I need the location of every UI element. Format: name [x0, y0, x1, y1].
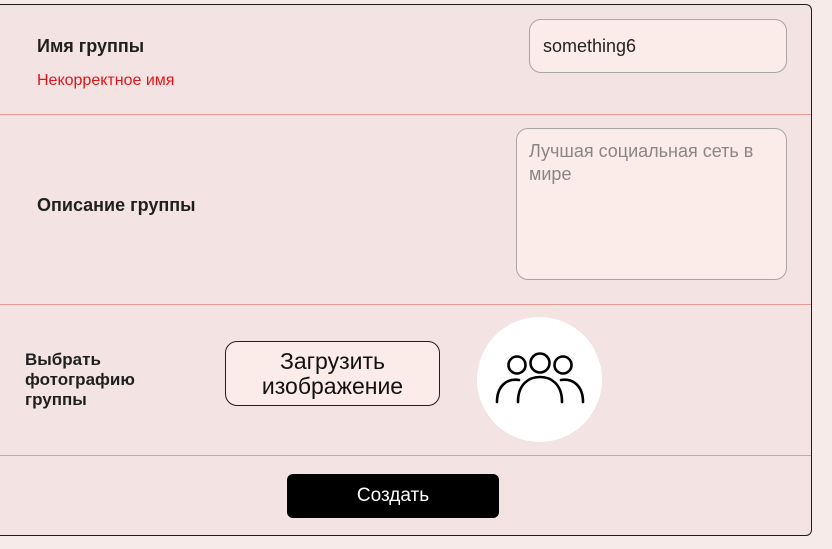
create-group-form: Имя группы Некорректное имя Описание гру…	[0, 4, 812, 536]
group-photo-label: Выбрать фотографию группы	[25, 350, 135, 409]
create-group-button[interactable]: Создать	[287, 474, 499, 518]
group-description-row: Описание группы	[0, 115, 811, 305]
group-description-label: Описание группы	[37, 195, 196, 215]
group-photo-row: Выбрать фотографию группы Загрузить изоб…	[0, 305, 811, 456]
group-name-row: Имя группы Некорректное имя	[0, 5, 811, 115]
group-name-label: Имя группы	[37, 36, 145, 56]
upload-image-button[interactable]: Загрузить изображение	[225, 341, 440, 406]
group-people-icon	[495, 351, 584, 403]
group-description-input[interactable]	[516, 128, 787, 280]
group-avatar	[477, 317, 602, 442]
submit-row: Создать	[0, 456, 811, 536]
group-name-input[interactable]	[529, 19, 787, 73]
group-name-error: Некорректное имя	[37, 72, 175, 89]
